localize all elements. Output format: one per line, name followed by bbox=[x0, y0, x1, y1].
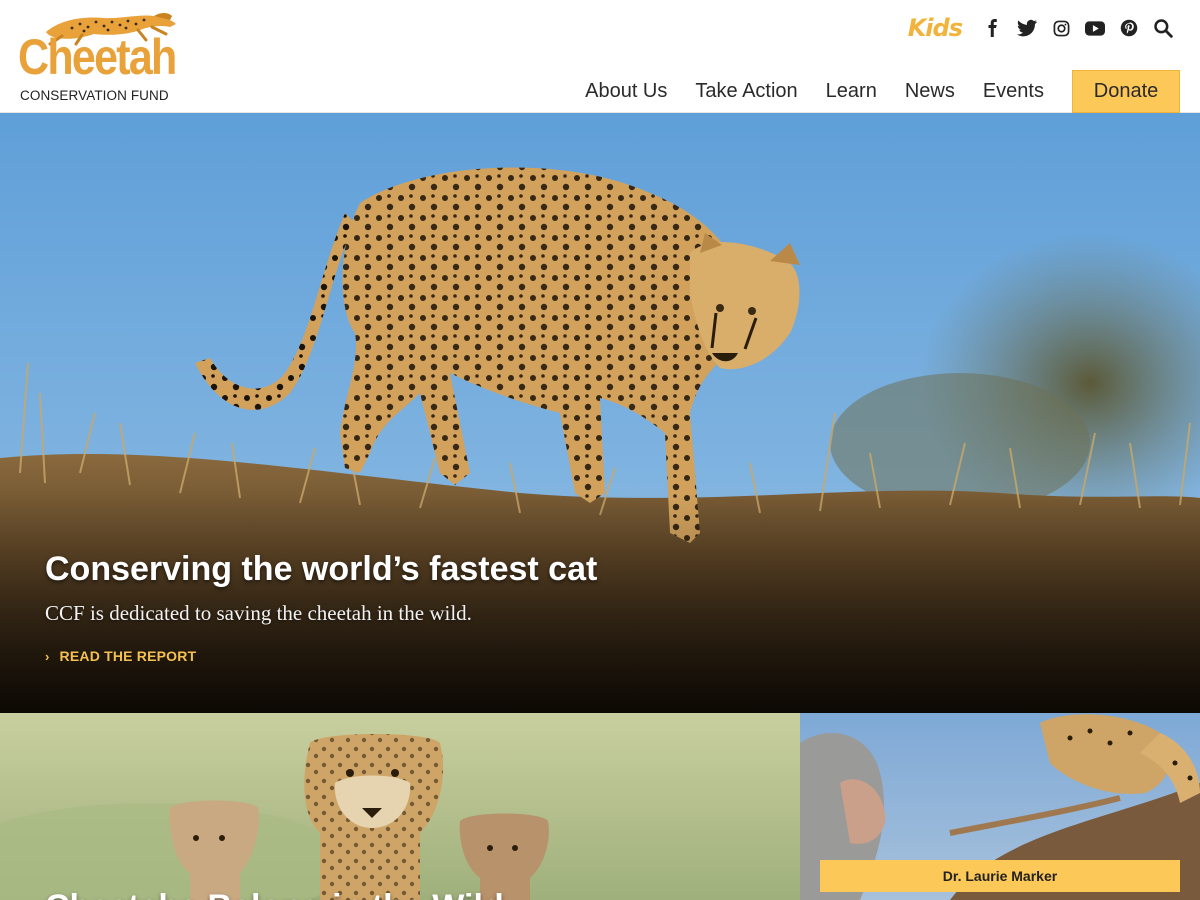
nav-item-about-us[interactable]: About Us bbox=[585, 80, 667, 103]
read-the-report-link[interactable]: › READ THE REPORT bbox=[45, 648, 196, 664]
read-the-report-label: READ THE REPORT bbox=[59, 648, 197, 664]
nav-item-news[interactable]: News bbox=[905, 80, 955, 103]
search-icon[interactable] bbox=[1146, 14, 1180, 42]
hero-banner: Conserving the world’s fastest cat CCF i… bbox=[0, 113, 1200, 713]
nav-item-events[interactable]: Events bbox=[983, 80, 1044, 103]
cheetah-family-image bbox=[0, 713, 800, 900]
nav-item-take-action[interactable]: Take Action bbox=[695, 80, 797, 103]
photo-caption: Dr. Laurie Marker bbox=[820, 860, 1180, 892]
twitter-icon[interactable] bbox=[1010, 14, 1044, 42]
main-nav: About Us Take Action Learn News Events D… bbox=[557, 70, 1180, 113]
pinterest-icon[interactable] bbox=[1112, 14, 1146, 42]
donate-button[interactable]: Donate bbox=[1072, 70, 1180, 113]
hero-title: Conserving the world’s fastest cat bbox=[45, 550, 598, 588]
hero-subtitle: CCF is dedicated to saving the cheetah i… bbox=[45, 601, 472, 625]
chevron-right-icon: › bbox=[45, 648, 50, 664]
youtube-icon[interactable] bbox=[1078, 14, 1112, 42]
site-logo[interactable]: Cheetah CONSERVATION FUND bbox=[18, 10, 183, 105]
logo-subtitle: CONSERVATION FUND bbox=[20, 88, 169, 103]
site-header: Cheetah CONSERVATION FUND Kids About Us … bbox=[0, 0, 1200, 113]
instagram-icon[interactable] bbox=[1044, 14, 1078, 42]
feature-card-title: Cheetahs Belong in the Wild bbox=[45, 888, 504, 900]
feature-card-cheetahs-wild[interactable]: Cheetahs Belong in the Wild bbox=[0, 713, 800, 900]
feature-card-laurie-marker[interactable]: Dr. Laurie Marker bbox=[800, 713, 1200, 900]
logo-wordmark: Cheetah bbox=[18, 29, 177, 85]
facebook-icon[interactable] bbox=[976, 14, 1010, 42]
nav-item-learn[interactable]: Learn bbox=[826, 80, 877, 103]
top-utility-bar: Kids bbox=[908, 14, 1180, 42]
kids-link[interactable]: Kids bbox=[908, 14, 963, 42]
